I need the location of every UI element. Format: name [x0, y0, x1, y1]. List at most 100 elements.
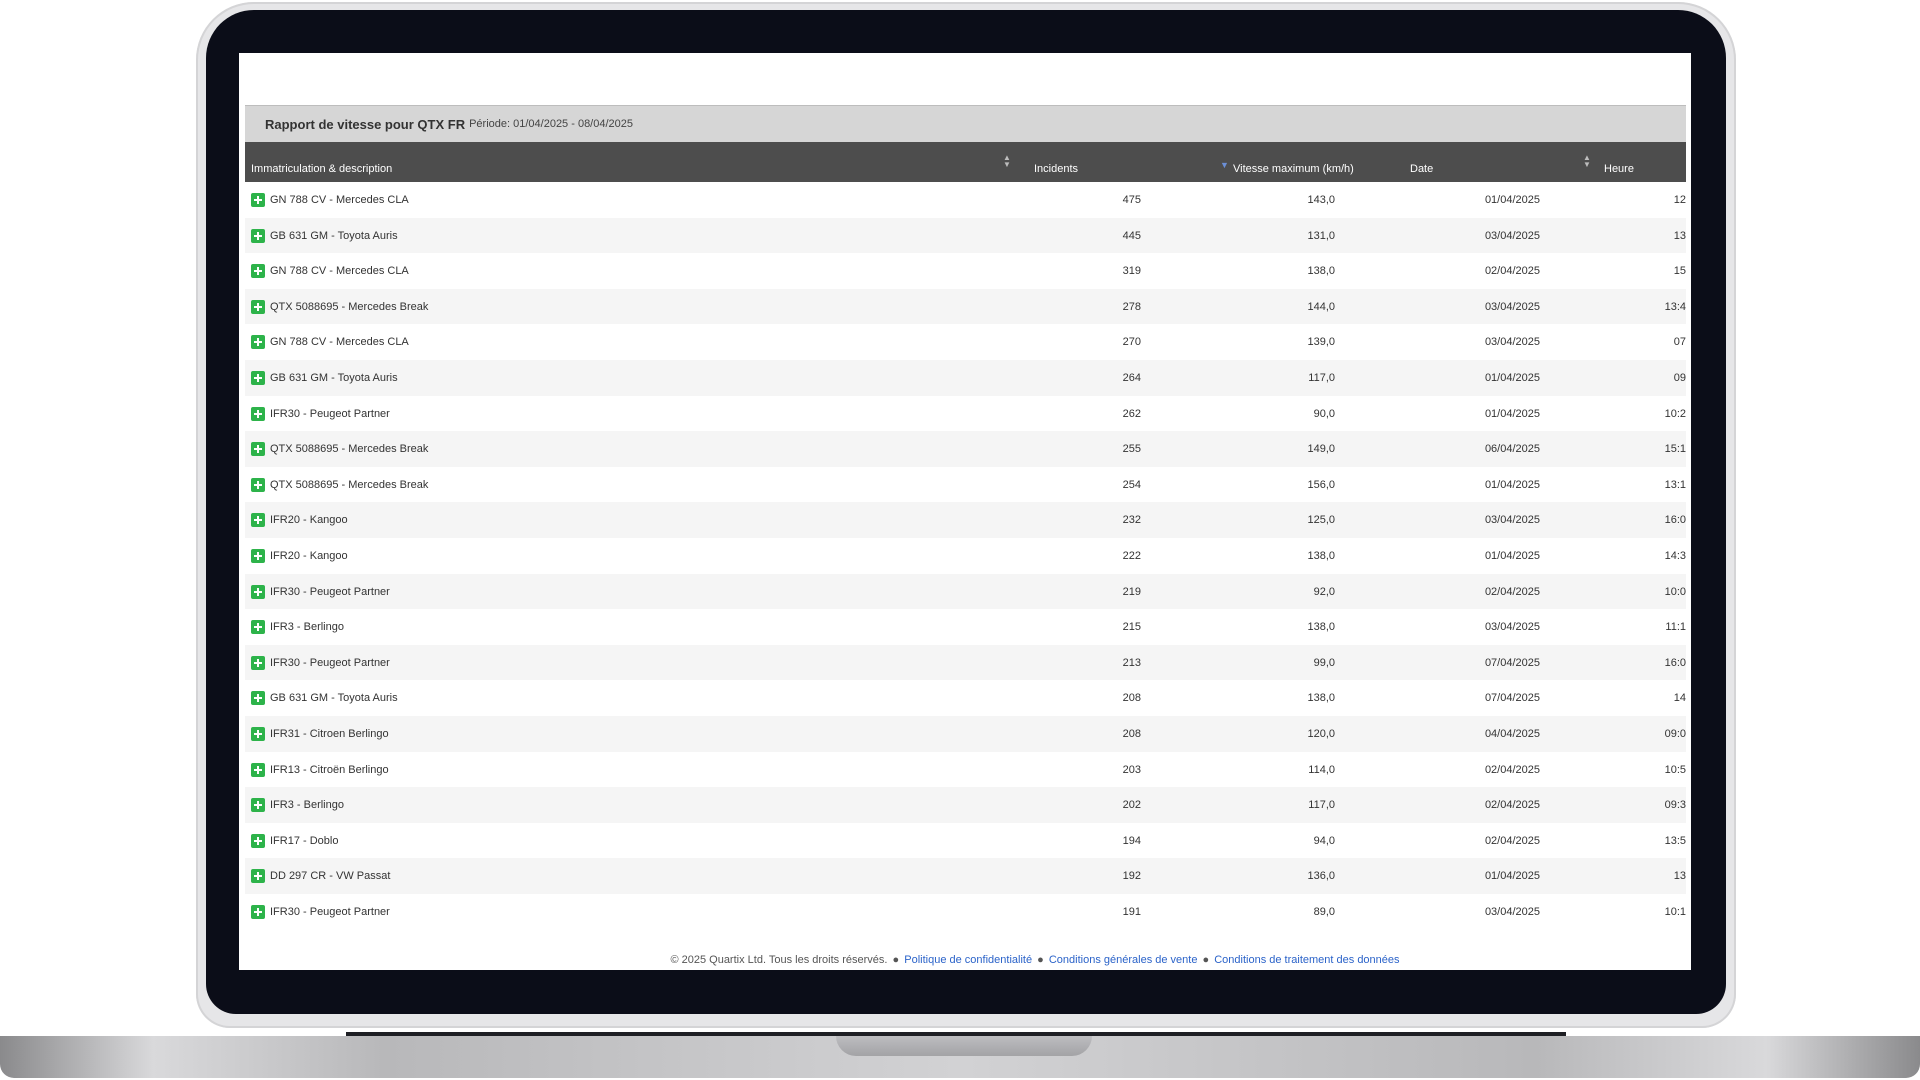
incidents-value: 203 [1122, 763, 1141, 776]
time-value: 15 [1673, 265, 1686, 278]
incidents-value: 270 [1122, 336, 1141, 349]
bullet-icon: ● [1037, 954, 1044, 966]
incidents-value: 191 [1122, 905, 1141, 918]
vehicle-description: IFR30 - Peugeot Partner [270, 407, 390, 420]
terms-link[interactable]: Conditions générales de vente [1049, 954, 1198, 966]
time-value: 13:1 [1664, 478, 1686, 491]
max-speed-value: 94,0 [1313, 834, 1335, 847]
max-speed-value: 117,0 [1308, 799, 1335, 812]
expand-row-icon[interactable] [251, 299, 265, 314]
table-row[interactable]: IFR13 - Citroën Berlingo 203 114,0 02/04/20… [245, 751, 1686, 788]
table-row[interactable]: IFR30 - Peugeot Partner 191 89,0 03/04/2025… [245, 893, 1686, 930]
expand-row-icon[interactable] [251, 548, 265, 563]
table-row[interactable]: IFR30 - Peugeot Partner 213 99,0 07/04/2025… [245, 644, 1686, 681]
incidents-value: 278 [1122, 300, 1141, 313]
time-value: 11:1 [1665, 621, 1686, 634]
date-value: 01/04/2025 [1484, 371, 1540, 384]
expand-row-icon[interactable] [251, 869, 265, 884]
table-row[interactable]: IFR3 - Berlingo 202 117,0 02/04/2025 09:3 [245, 787, 1686, 823]
sort-arrows-icon[interactable]: ▲ ▼ [1003, 154, 1011, 169]
time-value: 16:0 [1664, 514, 1686, 527]
table-row[interactable]: IFR20 - Kangoo 222 138,0 01/04/2025 14:3 [245, 537, 1686, 574]
max-speed-value: 143,0 [1307, 194, 1335, 206]
max-speed-value: 99,0 [1313, 656, 1335, 669]
table-row[interactable]: GB 631 GM - Toyota Auris 264 117,0 01/04/20… [245, 359, 1686, 396]
date-value: 03/04/2025 [1484, 621, 1540, 634]
report-header: Rapport de vitesse pour QTX FR Période: … [245, 105, 1686, 142]
expand-row-icon[interactable] [251, 264, 265, 279]
max-speed-value: 89,0 [1313, 905, 1335, 918]
expand-row-icon[interactable] [251, 442, 265, 457]
max-speed-value: 156,0 [1307, 478, 1335, 491]
table-row[interactable]: QTX 5088695 - Mercedes Break 278 144,0 03/0… [245, 288, 1686, 325]
time-value: 09 [1673, 371, 1686, 384]
table-row[interactable]: IFR20 - Kangoo 232 125,0 03/04/2025 16:0 [245, 502, 1686, 538]
vehicle-description: IFR31 - Citroen Berlingo [270, 727, 389, 740]
sort-arrows-icon[interactable]: ▲ ▼ [1583, 154, 1591, 169]
expand-row-icon[interactable] [251, 833, 265, 848]
vehicle-description: IFR3 - Berlingo [270, 621, 344, 634]
date-value: 02/04/2025 [1484, 799, 1540, 812]
column-header-max-speed[interactable]: Vitesse maximum (km/h) [1233, 163, 1354, 175]
table-row[interactable]: GN 788 CV - Mercedes CLA 270 139,0 03/04/20… [245, 324, 1686, 360]
max-speed-value: 125,0 [1307, 514, 1335, 527]
column-header-time[interactable]: Heure [1604, 163, 1634, 175]
table-row[interactable]: IFR30 - Peugeot Partner 219 92,0 02/04/2025… [245, 573, 1686, 610]
column-header-description[interactable]: Immatriculation & description [251, 163, 392, 175]
bullet-icon: ● [892, 954, 900, 966]
table-row[interactable]: IFR17 - Doblo 194 94,0 02/04/2025 13:5 [245, 822, 1686, 859]
expand-row-icon[interactable] [251, 193, 265, 207]
column-header-date[interactable]: Date [1410, 163, 1433, 175]
expand-row-icon[interactable] [251, 406, 265, 421]
max-speed-value: 138,0 [1307, 692, 1335, 705]
sort-desc-icon[interactable]: ▼ [1220, 160, 1229, 170]
table-row[interactable]: DD 297 CR - VW Passat 192 136,0 01/04/2025 1… [245, 858, 1686, 894]
column-header-incidents[interactable]: Incidents [1034, 163, 1078, 175]
date-value: 07/04/2025 [1484, 656, 1540, 669]
expand-row-icon[interactable] [251, 513, 265, 528]
incidents-value: 202 [1122, 799, 1141, 812]
table-row[interactable]: GN 788 CV - Mercedes CLA 475 143,0 01/04/20… [245, 182, 1686, 218]
vehicle-description: IFR30 - Peugeot Partner [270, 656, 390, 669]
report-title: Rapport de vitesse pour QTX FR [265, 116, 466, 132]
expand-row-icon[interactable] [251, 228, 265, 243]
vehicle-description: QTX 5088695 - Mercedes Break [270, 300, 429, 313]
table-row[interactable]: GB 631 GM - Toyota Auris 208 138,0 07/04/20… [245, 680, 1686, 716]
expand-row-icon[interactable] [251, 762, 265, 777]
data-processing-link[interactable]: Conditions de traitement des données [1214, 954, 1399, 966]
date-value: 06/04/2025 [1484, 443, 1540, 456]
footer-copyright: © 2025 Quartix Ltd. Tous les droits rése… [670, 954, 888, 966]
expand-row-icon[interactable] [251, 655, 265, 670]
table-row[interactable]: QTX 5088695 - Mercedes Break 254 156,0 01/0… [245, 466, 1686, 503]
expand-row-icon[interactable] [251, 620, 265, 635]
expand-row-icon[interactable] [251, 370, 265, 385]
screen: Rapport de vitesse pour QTX FR Période: … [239, 53, 1691, 970]
table-row[interactable]: IFR31 - Citroen Berlingo 208 120,0 04/04/20… [245, 715, 1686, 752]
incidents-value: 213 [1122, 656, 1141, 669]
date-value: 02/04/2025 [1484, 763, 1540, 776]
table-row[interactable]: QTX 5088695 - Mercedes Break 255 149,0 06/0… [245, 431, 1686, 467]
vehicle-description: IFR17 - Doblo [270, 834, 339, 847]
table-row[interactable]: GN 788 CV - Mercedes CLA 319 138,0 02/04/20… [245, 253, 1686, 289]
time-value: 09:0 [1664, 727, 1686, 740]
expand-row-icon[interactable] [251, 335, 265, 350]
vehicle-description: IFR3 - Berlingo [270, 799, 344, 812]
table-row[interactable]: IFR30 - Peugeot Partner 262 90,0 01/04/2025… [245, 395, 1686, 432]
date-value: 03/04/2025 [1484, 514, 1540, 527]
vehicle-description: IFR30 - Peugeot Partner [270, 905, 390, 918]
date-value: 03/04/2025 [1484, 229, 1540, 242]
table-row[interactable]: GB 631 GM - Toyota Auris 445 131,0 03/04/20… [245, 217, 1686, 254]
expand-row-icon[interactable] [251, 691, 265, 706]
date-value: 01/04/2025 [1484, 478, 1540, 491]
vehicle-description: GN 788 CV - Mercedes CLA [270, 336, 409, 349]
expand-row-icon[interactable] [251, 477, 265, 492]
expand-row-icon[interactable] [251, 584, 265, 599]
expand-row-icon[interactable] [251, 726, 265, 741]
time-value: 12 [1673, 194, 1686, 206]
privacy-link[interactable]: Politique de confidentialité [904, 954, 1032, 966]
date-value: 07/04/2025 [1484, 692, 1540, 705]
expand-row-icon[interactable] [251, 798, 265, 813]
vehicle-description: IFR30 - Peugeot Partner [270, 585, 390, 598]
table-row[interactable]: IFR3 - Berlingo 215 138,0 03/04/2025 11:1 [245, 609, 1686, 645]
expand-row-icon[interactable] [251, 904, 265, 919]
